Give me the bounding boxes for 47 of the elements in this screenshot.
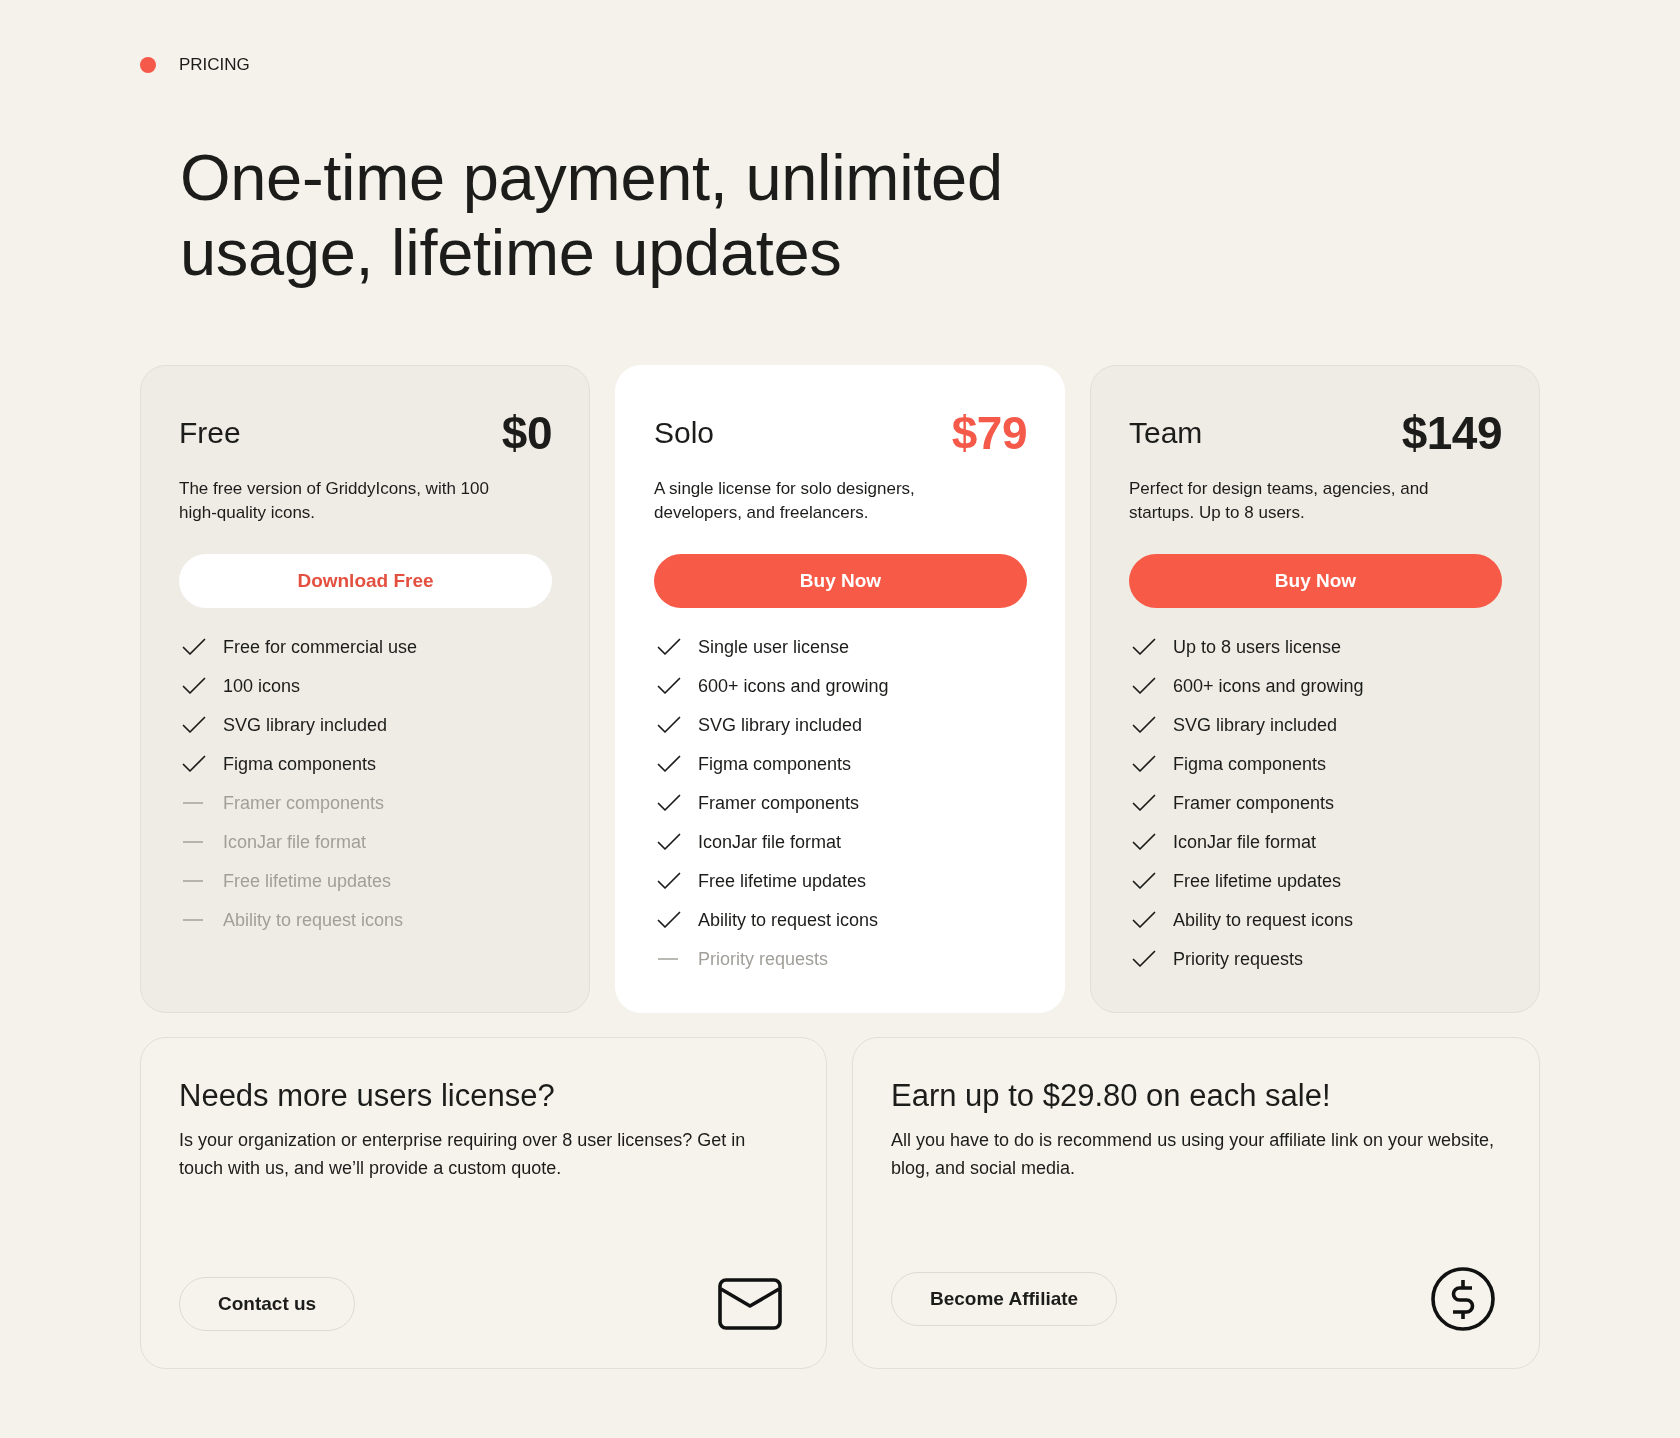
plan-name: Solo [654,415,715,451]
plan-name: Team [1129,415,1203,451]
feature-text: Framer components [1173,791,1335,814]
feature-text: IconJar file format [223,830,367,853]
section-label: PRICING [179,56,250,74]
card-title: Needs more users license? [179,1077,556,1115]
feature-text: Priority requests [698,947,829,970]
feature-text: Figma components [698,752,852,775]
card-text: Is your organization or enterprise requiring over 8 user licenses? Get in touch with us, and we’ll provide a custom quote. [179,1129,747,1180]
card-text: All you have to do is recommend us using your affiliate link on your website, blog, and social media. [891,1129,1495,1180]
envelope-icon [718,1278,782,1330]
plan-description: A single license for solo designers, developers, and freelancers. [654,478,916,524]
feature-text: IconJar file format [698,830,842,853]
feature-text: SVG library included [1173,713,1338,736]
price: $0 [501,406,552,461]
plan-description: Perfect for design teams, agencies, and startups. Up to 8 users. [1129,478,1430,524]
feature-text: Ability to request icons [223,908,404,931]
plan-button[interactable]: Download Free [179,554,552,608]
feature-text: Free for commercial use [223,635,418,658]
feature-text: 600+ icons and growing [698,674,889,697]
feature-text: Ability to request icons [1173,908,1354,931]
feature-text: SVG library included [223,713,388,736]
feature-text: Figma components [1173,752,1327,775]
card-title: Earn up to $29.80 on each sale! [891,1077,1332,1115]
plan-button[interactable]: Buy Now [1129,554,1502,608]
plan-description: The free version of GriddyIcons, with 100 high-quality icons. [179,478,490,524]
feature-text: 600+ icons and growing [1173,674,1364,697]
dot-icon [140,57,156,73]
feature-text: Framer components [698,791,860,814]
plan-name: Free [179,415,241,451]
feature-text: Free lifetime updates [223,869,392,892]
feature-text: Framer components [223,791,385,814]
price: $79 [951,406,1027,461]
feature-text: Priority requests [1173,947,1304,970]
feature-text: Ability to request icons [698,908,879,931]
feature-text: Up to 8 users license [1173,635,1342,658]
feature-text: 100 icons [223,674,301,697]
feature-text: Free lifetime updates [1173,869,1342,892]
feature-text: Free lifetime updates [698,869,867,892]
dollar-coin-icon [1431,1267,1495,1331]
page-heading: One-time payment, unlimited usage, lifetime updates [180,140,1004,290]
feature-text: Figma components [223,752,377,775]
plan-button[interactable]: Buy Now [654,554,1027,608]
price: $149 [1401,406,1502,461]
feature-text: Single user license [698,635,850,658]
feature-text: IconJar file format [1173,830,1317,853]
feature-text: SVG library included [698,713,863,736]
